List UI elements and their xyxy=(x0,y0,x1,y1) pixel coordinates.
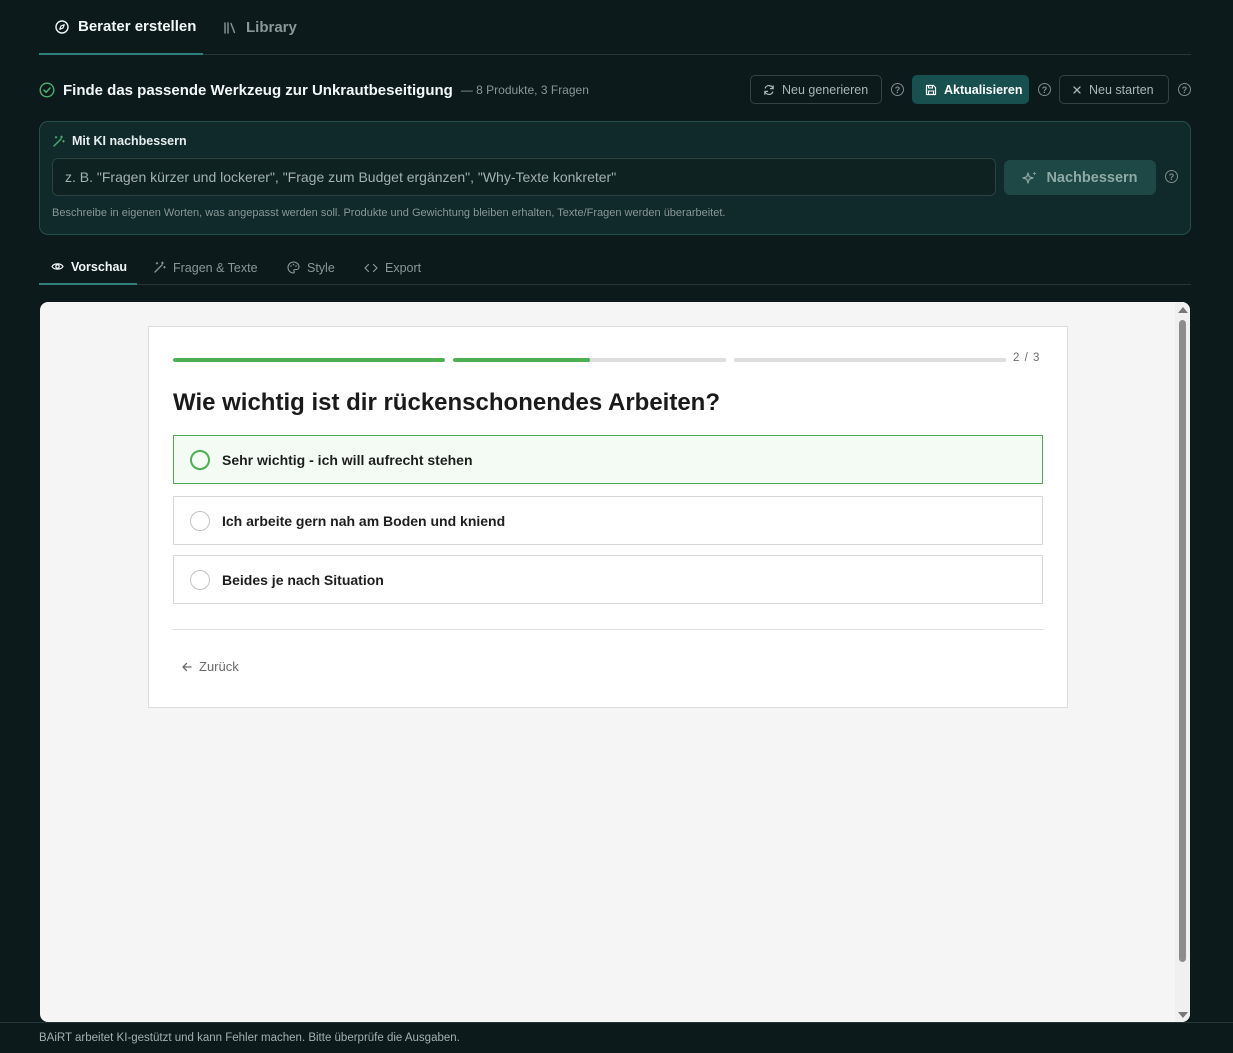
back-label: Zurück xyxy=(199,659,239,674)
regenerate-button[interactable]: Neu generieren xyxy=(750,75,882,104)
wand-icon xyxy=(153,261,166,274)
radio-button[interactable] xyxy=(190,510,210,531)
improve-label: Nachbessern xyxy=(1046,169,1138,186)
restart-label: Neu starten xyxy=(1089,82,1154,97)
restart-button[interactable]: Neu starten xyxy=(1059,75,1169,104)
eye-icon xyxy=(51,260,64,273)
header-title-group: Finde das passende Werkzeug zur Unkrautb… xyxy=(39,75,589,105)
page-subtitle: — 8 Produkte, 3 Fragen xyxy=(460,83,589,97)
answer-option[interactable]: Beides je nach Situation xyxy=(173,555,1043,604)
quiz-card: 2 / 3 Wie wichtig ist dir rückenschonend… xyxy=(148,326,1068,708)
answer-label: Beides je nach Situation xyxy=(222,571,384,588)
tab-label: Library xyxy=(246,19,297,36)
tab-export[interactable]: Export xyxy=(364,250,421,285)
sub-tab-bar: Vorschau Fragen & Texte Style Export xyxy=(39,250,1191,285)
help-icon[interactable]: ? xyxy=(1038,83,1051,96)
ai-prompt-input[interactable] xyxy=(52,158,996,196)
back-button[interactable]: Zurück xyxy=(181,659,239,674)
builder-header: Finde das passende Werkzeug zur Unkrautb… xyxy=(39,75,1191,105)
scroll-up-icon[interactable] xyxy=(1178,307,1188,313)
tab-style[interactable]: Style xyxy=(287,250,335,285)
tab-fragen-texte[interactable]: Fragen & Texte xyxy=(153,250,258,285)
progress-segment xyxy=(453,358,726,362)
page-title: Finde das passende Werkzeug zur Unkrautb… xyxy=(63,81,453,99)
progress-fill xyxy=(173,358,445,362)
update-label: Aktualisieren xyxy=(944,82,1023,97)
code-icon xyxy=(364,262,378,274)
top-tab-bar: Berater erstellen Library xyxy=(39,0,1191,55)
tab-library[interactable]: Library xyxy=(223,0,297,55)
answer-option[interactable]: Sehr wichtig - ich will aufrecht stehen xyxy=(173,435,1043,484)
update-button[interactable]: Aktualisieren xyxy=(912,75,1029,104)
answer-label: Ich arbeite gern nah am Boden und kniend xyxy=(222,512,506,529)
tab-label: Fragen & Texte xyxy=(173,260,258,275)
help-icon[interactable]: ? xyxy=(891,83,904,96)
improve-button[interactable]: Nachbessern xyxy=(1004,160,1156,195)
preview-scrollbar[interactable] xyxy=(1175,302,1190,1022)
preview-frame: 2 / 3 Wie wichtig ist dir rückenschonend… xyxy=(40,302,1190,1022)
check-circle-icon xyxy=(39,82,55,98)
help-icon[interactable]: ? xyxy=(1165,170,1178,183)
progress-segment xyxy=(173,358,445,362)
magic-wand-icon xyxy=(52,134,65,148)
save-icon xyxy=(925,84,937,96)
scroll-thumb[interactable] xyxy=(1179,320,1186,962)
answer-label: Sehr wichtig - ich will aufrecht stehen xyxy=(222,451,473,468)
progress-segment xyxy=(734,358,1006,362)
ai-panel-hint: Beschreibe in eigenen Worten, was angepa… xyxy=(52,207,726,219)
library-icon xyxy=(223,21,237,35)
step-counter: 2 / 3 xyxy=(1013,352,1041,364)
scroll-down-icon[interactable] xyxy=(1178,1012,1188,1018)
palette-icon xyxy=(287,261,300,274)
tab-vorschau[interactable]: Vorschau xyxy=(39,250,137,285)
divider xyxy=(173,629,1043,630)
footer: BAiRT arbeitet KI-gestützt und kann Fehl… xyxy=(0,1022,1233,1053)
refresh-icon xyxy=(763,84,775,96)
question-title: Wie wichtig ist dir rückenschonendes Arb… xyxy=(173,389,720,416)
radio-button[interactable] xyxy=(190,449,210,470)
ai-panel-label: Mit KI nachbessern xyxy=(52,134,187,148)
compass-icon xyxy=(55,19,69,34)
arrow-left-icon xyxy=(181,661,193,673)
tab-label: Berater erstellen xyxy=(78,18,197,35)
regenerate-label: Neu generieren xyxy=(782,82,869,97)
ai-improve-panel: Mit KI nachbessern Nachbessern ? Beschre… xyxy=(39,121,1191,235)
tab-label: Vorschau xyxy=(71,259,128,274)
progress-fill xyxy=(453,358,590,362)
footer-disclaimer: BAiRT arbeitet KI-gestützt und kann Fehl… xyxy=(39,1032,460,1044)
close-icon xyxy=(1072,85,1082,95)
tab-label: Export xyxy=(385,260,422,275)
tab-label: Style xyxy=(307,260,335,275)
help-icon[interactable]: ? xyxy=(1178,83,1191,96)
sparkles-icon xyxy=(1022,170,1038,186)
tab-berater-erstellen[interactable]: Berater erstellen xyxy=(39,0,203,55)
answer-option[interactable]: Ich arbeite gern nah am Boden und kniend xyxy=(173,496,1043,545)
ai-panel-label-text: Mit KI nachbessern xyxy=(72,134,187,148)
radio-button[interactable] xyxy=(190,569,210,590)
